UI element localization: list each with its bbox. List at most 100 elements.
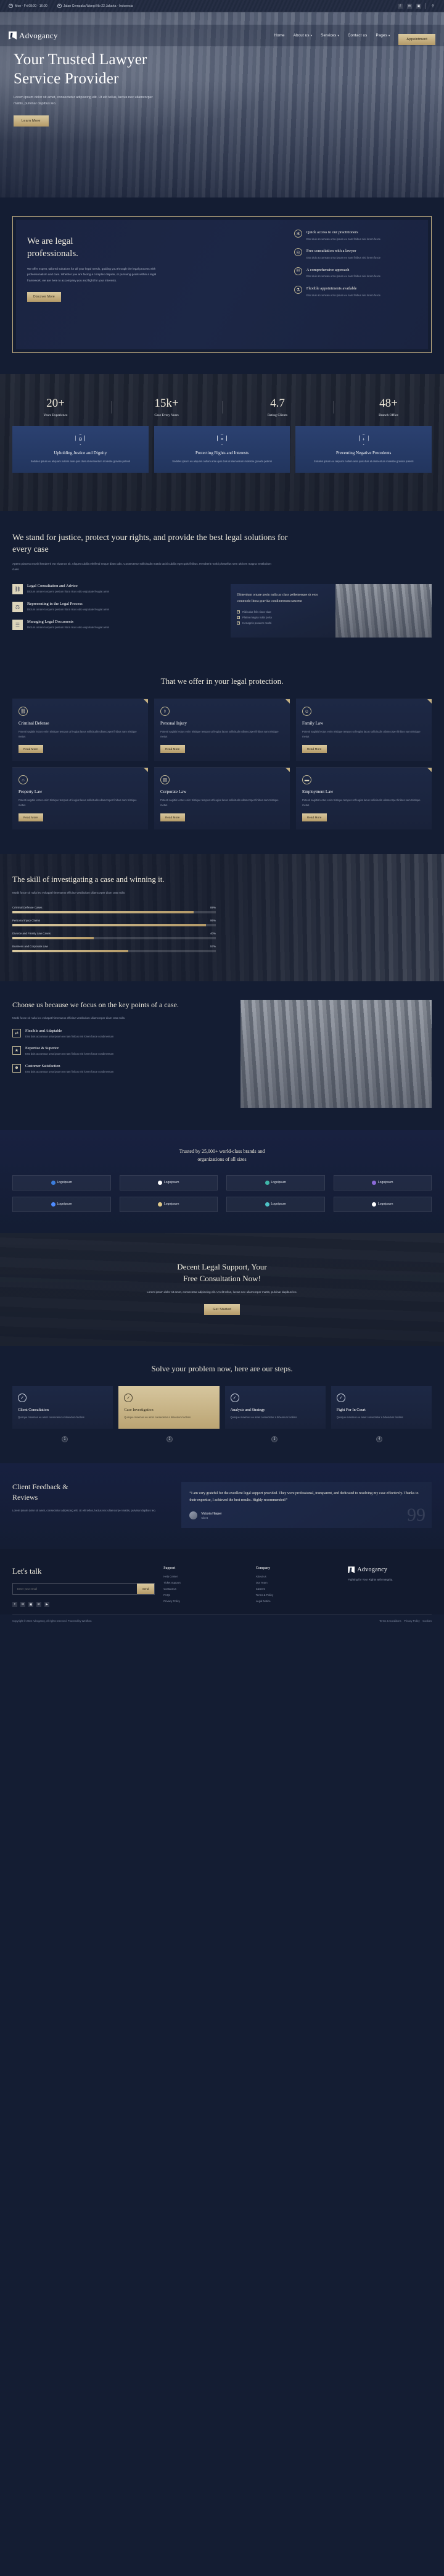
service-card-corporate-law[interactable]: ▤ Corporate Law Potenti sagittis lectus … — [154, 767, 290, 829]
step-text: Quisque maximus eu amet consectetur a bi… — [124, 1416, 191, 1419]
chevron-down-icon: ▾ — [310, 33, 313, 37]
choose-item-title: Customer Satisfaction — [25, 1063, 60, 1068]
briefcase-icon: ▬ — [302, 775, 311, 784]
value-card-title: Protecting Rights and Interests — [195, 451, 249, 455]
stat-number: 20+ — [46, 397, 65, 410]
instagram-icon[interactable]: ▣ — [416, 3, 421, 9]
footer-link[interactable]: Terms & Policy — [256, 1593, 340, 1597]
service-read-more-button[interactable]: Read More — [160, 744, 185, 753]
service-card-criminal-defense[interactable]: ⛓ Criminal Defense Potenti sagittis lect… — [12, 698, 148, 761]
appointment-button[interactable]: Appointment — [398, 34, 435, 45]
testimonial-author-name: Victoria Harper — [201, 1511, 222, 1516]
skill-value: 89% — [210, 905, 216, 909]
value-card[interactable]: ≡ Protecting Rights and Interests Sodale… — [154, 426, 290, 473]
footer-column-title: Company — [255, 1566, 271, 1571]
step-dot[interactable]: 3 — [271, 1435, 278, 1442]
step-card-client-consultation[interactable]: ✓ Client Consultation Quisque maximus eu… — [12, 1386, 113, 1429]
service-title: Criminal Defense — [18, 720, 49, 726]
nav-item-home[interactable]: Home — [274, 33, 284, 38]
footer-link[interactable]: Our Team — [256, 1581, 340, 1584]
step-card-fight-for-in-court[interactable]: ✓ Fight For In Court Quisque maximus eu … — [331, 1386, 432, 1429]
instagram-icon[interactable]: ▣ — [28, 1602, 33, 1608]
service-card-employment-law[interactable]: ▬ Employment Law Potenti sagittis lectus… — [296, 767, 432, 829]
youtube-icon[interactable]: ▶ — [44, 1602, 49, 1608]
nav-item-contact-us[interactable]: Contact us — [348, 33, 368, 38]
service-read-more-button[interactable]: Read More — [18, 813, 43, 821]
footer-link[interactable]: Ticket Support — [163, 1581, 247, 1584]
hero-paragraph: Lorem ipsum dolor sit amet, consectetur … — [14, 96, 153, 106]
stat-number: 15k+ — [154, 397, 179, 410]
step-title: Analysis and Strategy — [230, 1408, 265, 1413]
twitter-icon[interactable]: ✉ — [407, 3, 412, 9]
footer-brand[interactable]: Advogancy — [348, 1566, 432, 1574]
service-read-more-button[interactable]: Read More — [18, 744, 43, 753]
stat-label: Case Every Years — [154, 413, 179, 417]
hero-learn-more-button[interactable]: Learn More — [14, 115, 49, 127]
hero-title-line2: Service Provider — [14, 70, 119, 87]
step-text: Quisque maximus eu amet consectetur a bi… — [230, 1416, 297, 1419]
logo-mark-icon — [158, 1202, 163, 1207]
about-discover-more-button[interactable]: Discover More — [27, 292, 61, 302]
footer-link[interactable]: Careers — [256, 1587, 340, 1590]
injury-icon: ⚕ — [160, 706, 170, 716]
terms-link[interactable]: Terms & Conditions — [379, 1619, 401, 1622]
office-location-text: Jalan Cempaka Wangi No 22 Jakarta - Indo… — [63, 4, 133, 8]
service-card-family-law[interactable]: ☺ Family Law Potenti sagittis lectus eni… — [296, 698, 432, 761]
service-card-property-law[interactable]: ⌂ Property Law Potenti sagittis lectus e… — [12, 767, 148, 829]
step-dot[interactable]: 1 — [62, 1435, 68, 1442]
value-card[interactable]: + Preventing Negative Precedents Sodales… — [295, 426, 432, 473]
footer-title: Let's talk — [12, 1566, 42, 1576]
brand-logo-item: Logoipsum — [226, 1174, 325, 1190]
logo-mark-icon — [265, 1180, 269, 1185]
logo-name: Logoipsum — [378, 1202, 393, 1207]
hero-title-line1: Your Trusted Lawyer — [14, 51, 147, 68]
service-read-more-button[interactable]: Read More — [302, 744, 327, 753]
testimonial-card: “I am very grateful for the excellent le… — [181, 1481, 432, 1529]
footer-link[interactable]: Privacy Policy — [163, 1600, 247, 1603]
skills-heading: The skill of investigating a case and wi… — [12, 874, 165, 884]
facebook-icon[interactable]: f — [398, 3, 403, 9]
logos-section: Trusted by 25,000+ world-class brands an… — [0, 1129, 444, 1233]
stat-item: 4.7 Rating Clients — [222, 397, 333, 417]
stat-item: 48+ Branch Office — [333, 397, 444, 417]
brand-logo[interactable]: Advogancy — [9, 31, 58, 41]
logo-name: Logoipsum — [57, 1202, 72, 1207]
nav-label: Pages — [376, 33, 387, 38]
checkbox-icon: ✓ — [237, 621, 240, 625]
footer-column-company: Company About us Our Team Careers Terms … — [256, 1566, 340, 1607]
step-card-case-investigation[interactable]: ✓ Case Investigation Quisque maximus eu … — [118, 1386, 220, 1429]
nav-item-about-us[interactable]: About us ▾ — [294, 33, 312, 38]
email-input[interactable] — [13, 1584, 137, 1595]
facebook-icon[interactable]: f — [12, 1602, 17, 1608]
topbar-social-links: f ✉ ▣ ⚲ — [398, 2, 435, 9]
footer-link[interactable]: Legal Notice — [256, 1600, 340, 1603]
linkedin-icon[interactable]: in — [36, 1602, 41, 1608]
value-card[interactable]: Θ Upholding Justice and Dignity Sodales … — [12, 426, 149, 473]
nav-item-pages[interactable]: Pages ▾ — [376, 33, 390, 38]
privacy-link[interactable]: Privacy Policy — [404, 1619, 419, 1622]
step-dot[interactable]: 4 — [376, 1435, 382, 1442]
twitter-icon[interactable]: ✉ — [20, 1602, 25, 1608]
footer-link[interactable]: FAQs — [163, 1593, 247, 1597]
award-badge-icon: ✻ — [294, 230, 302, 238]
nav-links: Home About us ▾ Services ▾ Contact us Page… — [274, 26, 435, 45]
footer-link[interactable]: Help Center — [163, 1575, 247, 1578]
skill-bar-track — [12, 949, 216, 952]
service-card-personal-injury[interactable]: ⚕ Personal Injury Potenti sagittis lectu… — [154, 698, 290, 761]
skill-label: Business and Corporate Law — [12, 944, 48, 948]
subscribe-button[interactable]: Send — [136, 1584, 155, 1595]
cta-get-started-button[interactable]: Get Started — [204, 1304, 240, 1316]
footer-link[interactable]: About us — [256, 1575, 340, 1578]
service-read-more-button[interactable]: Read More — [160, 813, 185, 821]
copyright-text: Copyright © 2024 Advogancy, All rights r… — [12, 1619, 92, 1623]
steps-section: Solve your problem now, here are our ste… — [0, 1346, 444, 1463]
footer-link[interactable]: Contact us — [163, 1587, 247, 1590]
nav-item-services[interactable]: Services ▾ — [321, 33, 339, 38]
cookies-link[interactable]: Cookies — [422, 1619, 432, 1622]
service-read-more-button[interactable]: Read More — [302, 813, 327, 821]
search-icon[interactable]: ⚲ — [430, 4, 435, 9]
logo-mark-icon — [51, 1202, 56, 1207]
step-card-analysis-and-strategy[interactable]: ✓ Analysis and Strategy Quisque maximus … — [224, 1386, 326, 1429]
step-dot[interactable]: 2 — [166, 1435, 173, 1442]
flexible-icon: ⇄ — [12, 1028, 21, 1037]
